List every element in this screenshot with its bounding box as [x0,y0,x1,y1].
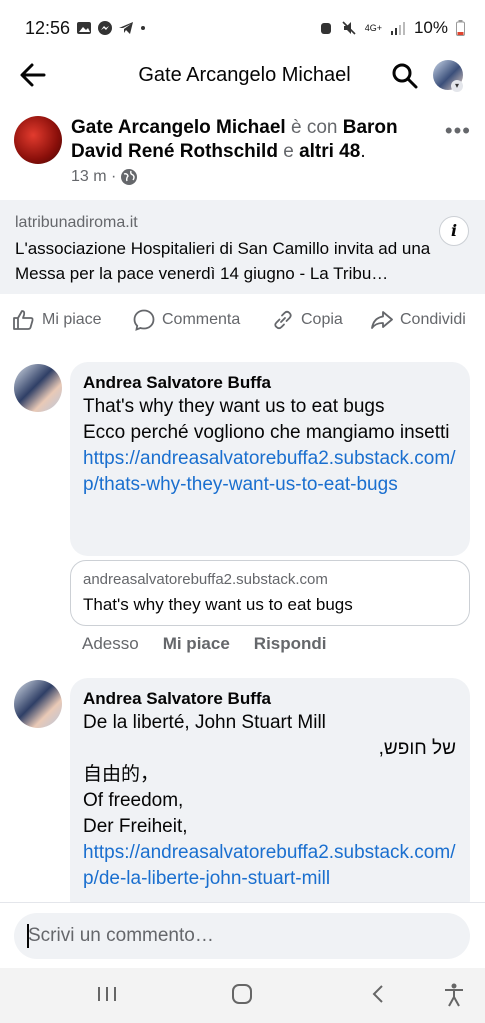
telegram-icon [119,22,133,34]
commenter-name[interactable]: Andrea Salvatore Buffa [83,372,458,394]
comment-text-line: 自由的， [83,764,160,785]
search-icon[interactable] [391,62,419,90]
comment-text-line: Ecco perché vogliono che mangiamo insett… [83,422,450,443]
share-arrow-icon [371,311,393,329]
battery-percent: 10% [413,18,448,37]
system-nav-bar [0,968,485,1023]
comment-actions: Adesso Mi piace Rispondi [82,634,327,654]
chevron-down-icon[interactable]: ▾ [451,80,463,92]
like-label: Mi piace [42,311,102,328]
globe-icon [121,169,138,185]
link-domain: latribunadiroma.it [15,214,138,231]
accessibility-icon[interactable] [442,982,466,1008]
comment-placeholder: Scrivi un commento… [28,925,214,946]
signal-icon [390,22,405,35]
preview-domain: andreasalvatorebuffa2.substack.com [83,571,328,588]
post-author-line: Gate Arcangelo Michael è con Baron David… [71,117,398,162]
share-button[interactable]: Condividi [370,308,466,332]
more-options-icon[interactable]: ••• [445,118,471,144]
comment-text-line: De la liberté, John Stuart Mill [83,712,326,733]
post-actions: Mi piace Commenta Copia Condividi [0,306,485,336]
comment-input[interactable]: Scrivi un commento… [14,913,470,959]
app-header: Gate Arcangelo Michael ▾ [0,56,485,96]
link-title: L'associazione Hospitalieri di San Camil… [15,239,431,283]
comment-bubble[interactable]: Andrea Salvatore Buffa That's why they w… [70,362,470,556]
post-header: Gate Arcangelo Michael è con Baron David… [0,112,485,192]
status-bar: 12:56 4G+ 10% [0,0,485,56]
recents-icon[interactable] [96,982,118,1006]
home-icon[interactable] [230,982,254,1006]
copy-button[interactable]: Copia [271,308,343,332]
mute-icon [342,21,356,35]
comment-text-line: Of freedom, [83,790,184,811]
status-system-icons: 4G+ 10% [319,18,465,38]
comment-label: Commenta [162,311,241,328]
post-and-word: e [283,141,294,162]
commenter-name[interactable]: Andrea Salvatore Buffa [83,688,458,710]
comment-text-line: That's why they want us to eat bugs [83,396,385,417]
comment-like-button[interactable]: Mi piace [163,634,230,654]
status-notification-icons [76,20,147,36]
gallery-icon [77,22,91,34]
comment-reply-button[interactable]: Rispondi [254,634,327,654]
status-time: 12:56 [25,18,71,38]
dot-icon [141,26,145,30]
messenger-icon [98,21,112,35]
like-button[interactable]: Mi piace [12,308,102,332]
post-time: 13 m · [71,168,117,185]
battery-icon [456,20,465,36]
comment-bubble[interactable]: Andrea Salvatore Buffa De la liberté, Jo… [70,678,470,918]
comment-link[interactable]: https://andreasalvatorebuffa2.substack.c… [83,840,458,892]
post-author-name[interactable]: Gate Arcangelo Michael [71,117,286,138]
post-author-avatar[interactable] [14,116,62,164]
link-preview-card[interactable]: andreasalvatorebuffa2.substack.com That'… [70,560,470,626]
comment-bubble-icon [133,309,155,331]
comment-text-line: Der Freiheit, [83,816,188,837]
preview-title: That's why they want us to eat bugs [83,595,353,614]
link-icon [274,310,292,330]
shared-link-card[interactable]: latribunadiroma.it L'associazione Hospit… [0,200,485,294]
alarm-icon [320,23,331,34]
back-icon[interactable] [368,982,388,1006]
post-meta: 13 m · [71,168,138,186]
comment-composer-bar: Scrivi un commento… [0,902,485,968]
copy-label: Copia [301,311,343,328]
comment-time: Adesso [82,634,139,653]
comment-link[interactable]: https://andreasalvatorebuffa2.substack.c… [83,446,458,498]
thumbs-up-icon [13,310,34,330]
post-with-word: è con [290,117,338,138]
comment-button[interactable]: Commenta [132,308,240,332]
comment-text-hebrew: של חופש, [378,738,456,759]
commenter-avatar[interactable] [14,680,62,728]
info-icon[interactable]: i [439,216,469,246]
post-others-link[interactable]: altri 48 [299,141,360,162]
network-type: 4G+ [364,22,382,33]
commenter-avatar[interactable] [14,364,62,412]
share-label: Condividi [400,311,466,328]
